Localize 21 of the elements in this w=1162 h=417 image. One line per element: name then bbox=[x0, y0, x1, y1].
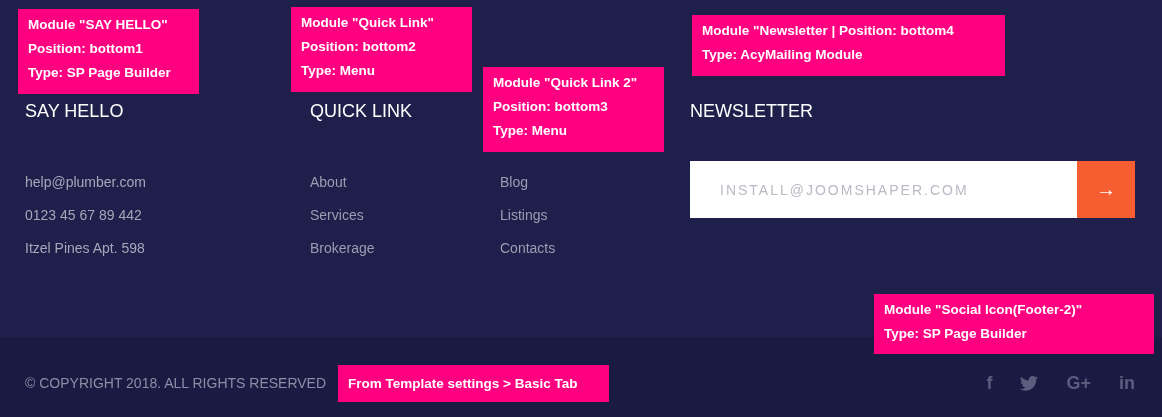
email-field[interactable]: INSTALL@JOOMSHAPER.COM bbox=[690, 161, 1077, 218]
annotation-label: From Template settings > Basic Tab bbox=[338, 365, 609, 402]
contact-text: 0123 45 67 89 442 bbox=[25, 206, 143, 225]
contact-text: help@plumber.com bbox=[25, 173, 147, 192]
footer-link[interactable]: Brokerage bbox=[310, 238, 500, 258]
annotation-label: Module "Quick Link" Position: bottom2 Type: Menu bbox=[291, 7, 472, 92]
footer-link[interactable]: Contacts bbox=[500, 238, 690, 258]
contact-text: Itzel Pines Apt. 598 bbox=[25, 239, 146, 258]
column-heading: SAY HELLO bbox=[25, 101, 125, 123]
bird-icon[interactable] bbox=[1020, 375, 1039, 391]
footer-link[interactable]: Blog bbox=[500, 172, 690, 192]
annotation-label: Module "SAY HELLO" Position: bottom1 Type: SP Page Builder bbox=[18, 9, 199, 94]
annotation-label: Module "Newsletter | Position: bottom4 Type: AcyMailing Module bbox=[692, 15, 1005, 76]
column-heading: NEWSLETTER bbox=[690, 101, 814, 123]
copyright-text: © COPYRIGHT 2018. ALL RIGHTS RESERVED bbox=[25, 375, 327, 391]
footer-link[interactable]: Services bbox=[310, 205, 500, 225]
annotation-label: Module "Social Icon(Footer-2)" Type: SP Page Builder bbox=[874, 294, 1154, 354]
footer-link[interactable]: About bbox=[310, 172, 500, 192]
subscribe-button[interactable]: → bbox=[1077, 161, 1135, 218]
annotation-label: Module "Quick Link 2" Position: bottom3 Type: Menu bbox=[483, 67, 664, 152]
footer-link[interactable]: Listings bbox=[500, 205, 690, 225]
